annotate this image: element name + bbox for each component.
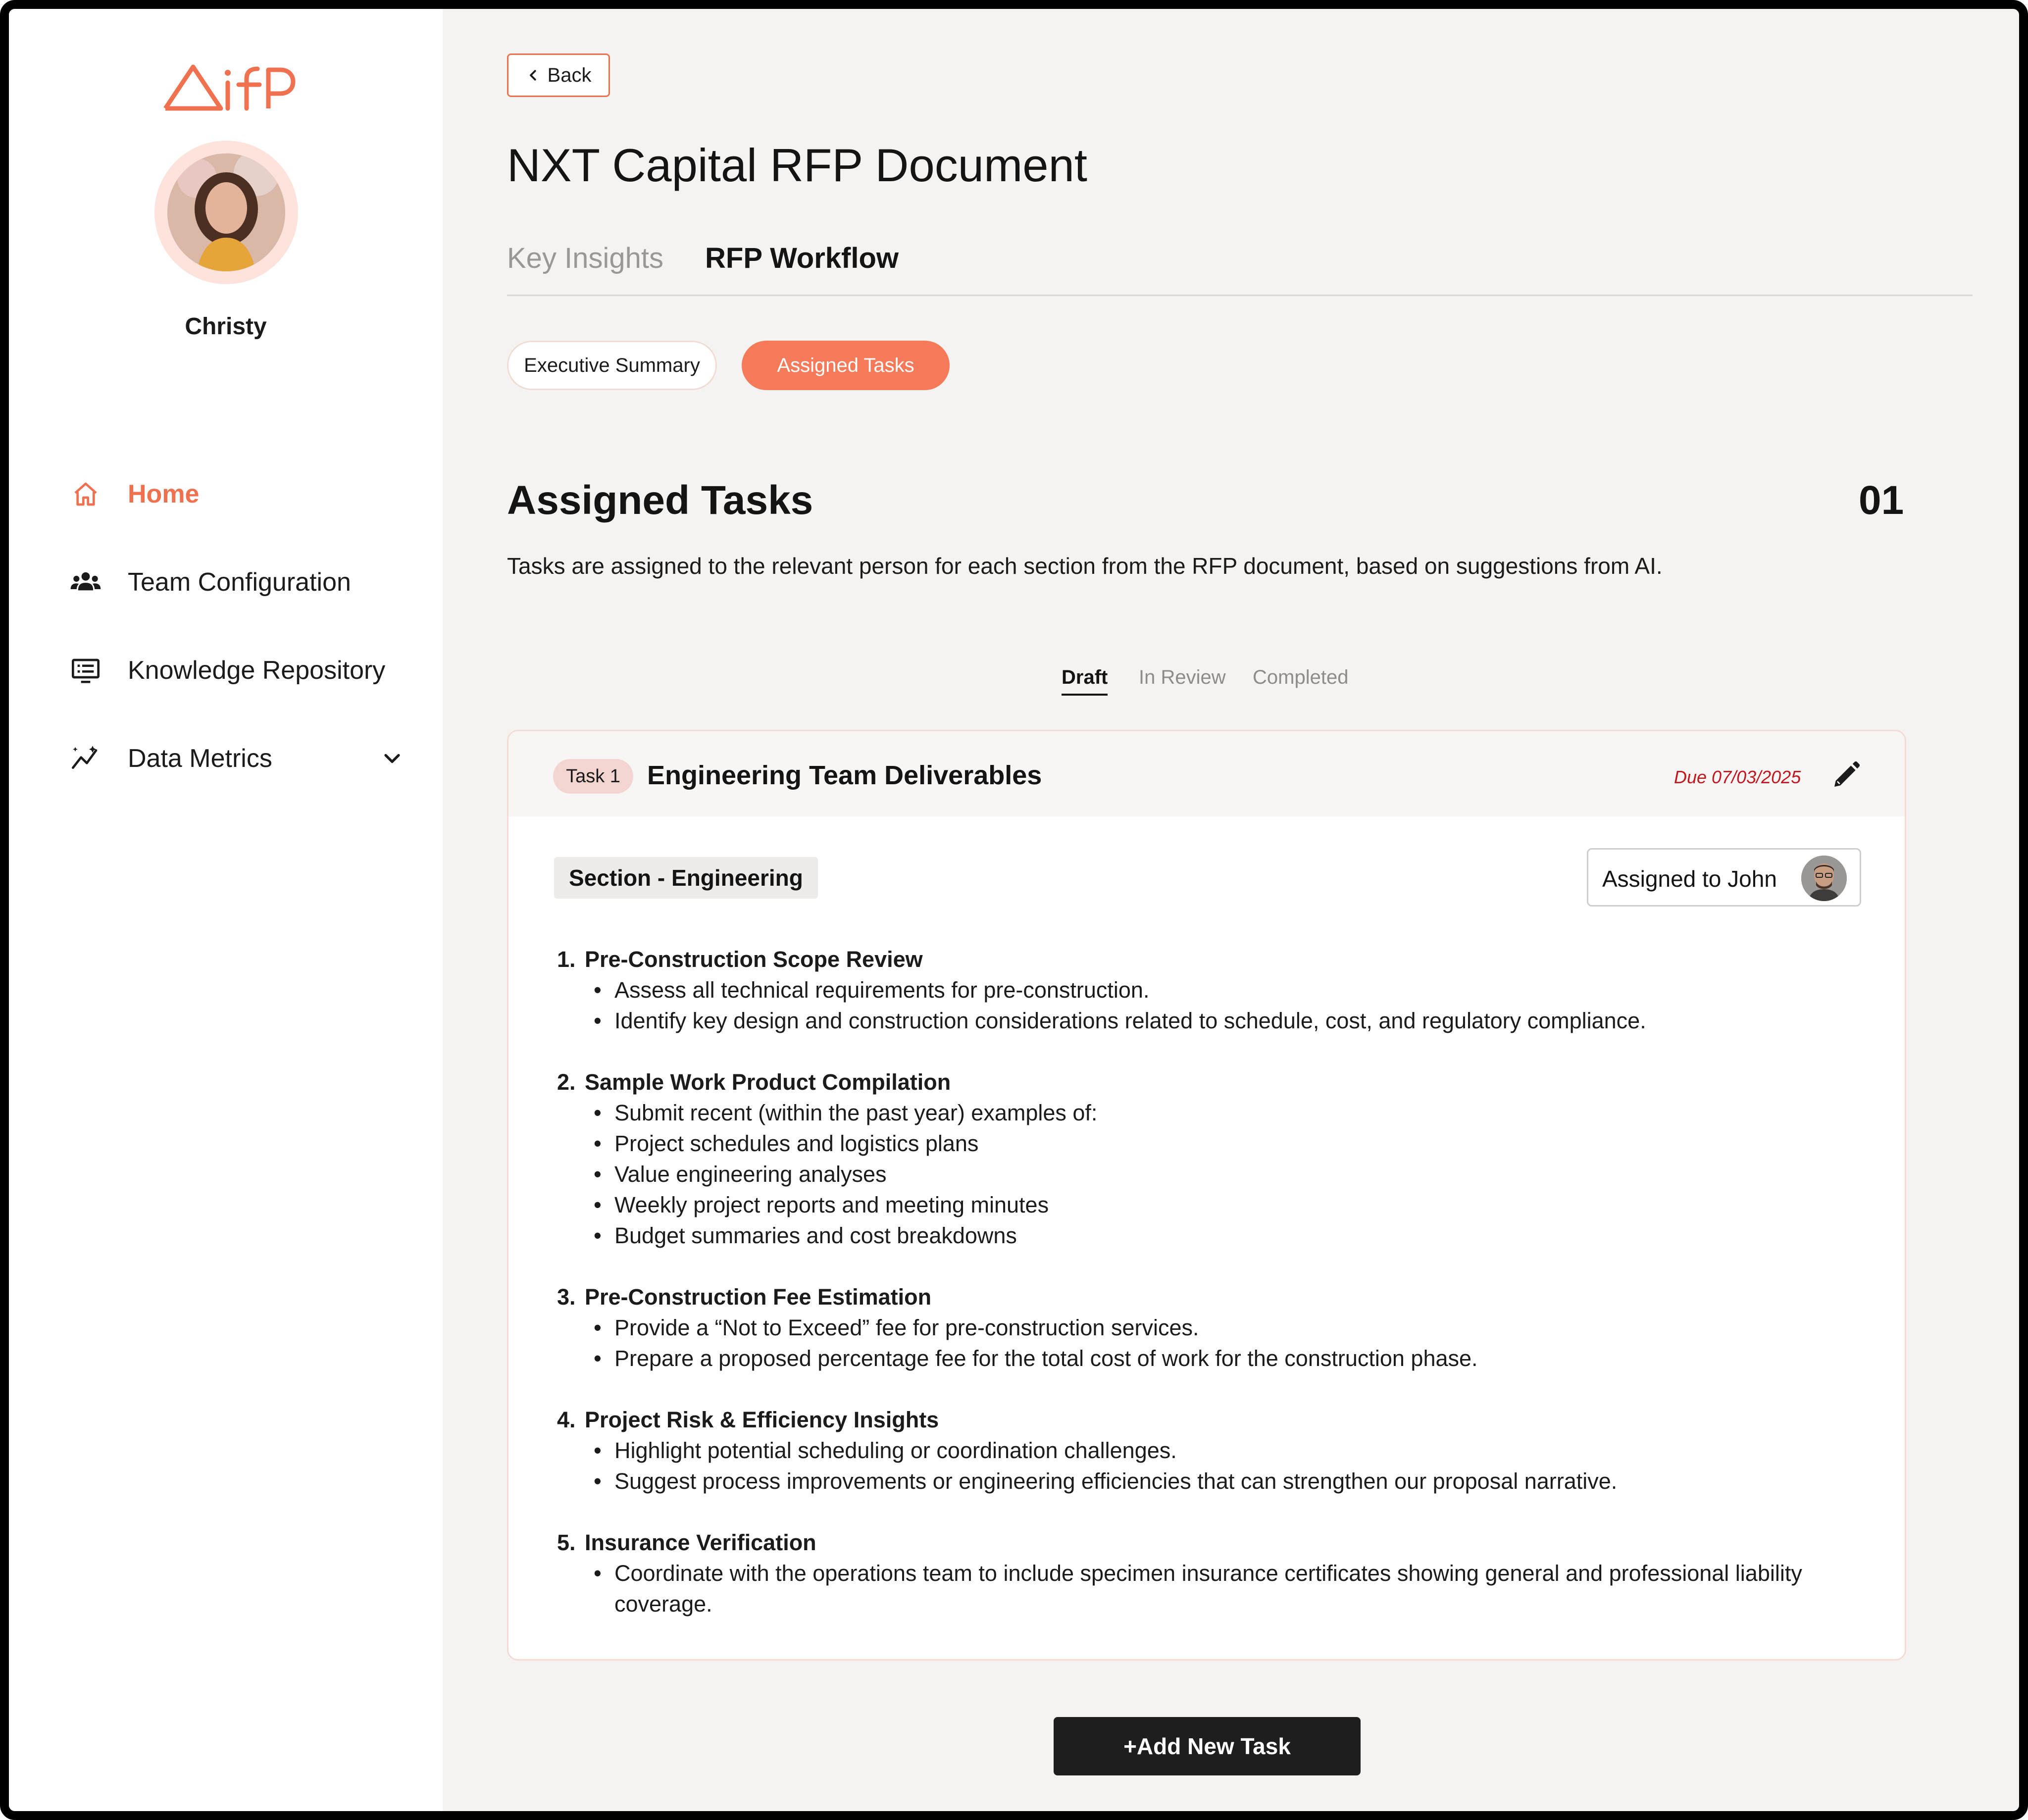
sidebar-nav: Home Team Configuration Knowledge Reposi…: [68, 474, 425, 827]
metrics-icon: [68, 741, 103, 776]
avatar-ring: [154, 141, 298, 284]
task-group-number: 5.: [557, 1530, 576, 1555]
app-window: Christy Home Team Configuration Knowledg…: [0, 0, 2028, 1820]
section-tag: Section - Engineering: [554, 857, 818, 899]
tab-key-insights[interactable]: Key Insights: [507, 242, 663, 275]
list-item: Budget summaries and cost breakdowns: [594, 1220, 1864, 1251]
page-title: NXT Capital RFP Document: [507, 139, 1087, 191]
user-name: Christy: [185, 313, 267, 340]
subtab-executive-summary[interactable]: Executive Summary: [507, 341, 717, 390]
assignee-label: Assigned to John: [1602, 866, 1777, 892]
user-avatar[interactable]: [167, 153, 285, 271]
section-title: Assigned Tasks: [507, 478, 813, 523]
main-content: Back NXT Capital RFP Document Key Insigh…: [443, 9, 2019, 1811]
task-group: 1. Pre-Construction Scope Review Assess al…: [557, 944, 1864, 1036]
team-icon: [68, 565, 103, 600]
task-group-title: 1. Pre-Construction Scope Review: [557, 944, 1864, 975]
list-item: Highlight potential scheduling or coordi…: [594, 1435, 1864, 1466]
list-item: Submit recent (within the past year) exa…: [594, 1098, 1864, 1128]
task-group: 5. Insurance Verification Coordinate with …: [557, 1527, 1864, 1619]
task-list: 1. Pre-Construction Scope Review Assess al…: [557, 944, 1864, 1650]
list-item: Value engineering analyses: [594, 1159, 1864, 1190]
repository-icon: [68, 653, 103, 688]
sidebar-item-label: Data Metrics: [128, 744, 272, 773]
tab-rfp-workflow[interactable]: RFP Workflow: [705, 242, 899, 275]
task-group-heading: Insurance Verification: [585, 1530, 816, 1555]
chevron-left-icon: [529, 70, 536, 81]
list-item: Suggest process improvements or engineer…: [594, 1466, 1864, 1497]
home-icon: [68, 477, 103, 511]
task-group-items: Assess all technical requirements for pr…: [557, 975, 1864, 1036]
tab-bar: Key Insights RFP Workflow: [507, 242, 1973, 296]
task-group: 3. Pre-Construction Fee Estimation Provide…: [557, 1282, 1864, 1374]
ifp-logo: [163, 64, 296, 111]
list-item: Weekly project reports and meeting minut…: [594, 1190, 1864, 1220]
sidebar-item-data-metrics[interactable]: Data Metrics: [68, 739, 425, 778]
task-group-heading: Sample Work Product Compilation: [585, 1069, 951, 1095]
status-tab-in-review[interactable]: In Review: [1139, 666, 1226, 689]
task-group-heading: Pre-Construction Scope Review: [585, 947, 923, 972]
section-description: Tasks are assigned to the relevant perso…: [507, 553, 1663, 579]
task-group-heading: Pre-Construction Fee Estimation: [585, 1284, 932, 1310]
chevron-down-icon[interactable]: [379, 746, 405, 771]
due-date: Due 07/03/2025: [1674, 767, 1801, 787]
task-group-title: 5. Insurance Verification: [557, 1527, 1864, 1558]
task-group-title: 4. Project Risk & Efficiency Insights: [557, 1405, 1864, 1435]
list-item: Provide a “Not to Exceed” fee for pre-co…: [594, 1313, 1864, 1343]
sidebar-item-knowledge-repository[interactable]: Knowledge Repository: [68, 651, 425, 690]
task-group: 4. Project Risk & Efficiency Insights High…: [557, 1405, 1864, 1497]
sidebar-item-home[interactable]: Home: [68, 474, 425, 514]
task-group-number: 2.: [557, 1069, 576, 1095]
list-item: Assess all technical requirements for pr…: [594, 975, 1864, 1006]
task-badge: Task 1: [553, 759, 633, 794]
sidebar-item-team-configuration[interactable]: Team Configuration: [68, 562, 425, 602]
back-button[interactable]: Back: [507, 53, 610, 97]
add-new-task-button[interactable]: +Add New Task: [1054, 1717, 1361, 1775]
task-group-title: 2. Sample Work Product Compilation: [557, 1067, 1864, 1098]
sidebar-item-label: Home: [128, 480, 200, 508]
edit-icon[interactable]: [1830, 759, 1862, 791]
task-count: 01: [1859, 478, 1904, 523]
list-item: Coordinate with the operations team to i…: [594, 1558, 1864, 1619]
task-group-items: Highlight potential scheduling or coordi…: [557, 1435, 1864, 1497]
list-item: Prepare a proposed percentage fee for th…: [594, 1343, 1864, 1374]
subtab-assigned-tasks[interactable]: Assigned Tasks: [742, 341, 950, 390]
task-group-number: 3.: [557, 1284, 576, 1310]
status-tab-completed[interactable]: Completed: [1253, 666, 1348, 689]
assignee-avatar: [1801, 856, 1847, 901]
list-item: Project schedules and logistics plans: [594, 1128, 1864, 1159]
status-tab-draft[interactable]: Draft: [1062, 666, 1108, 696]
sidebar: Christy Home Team Configuration Knowledg…: [9, 9, 443, 1811]
task-group-title: 3. Pre-Construction Fee Estimation: [557, 1282, 1864, 1313]
task-group-number: 4.: [557, 1407, 576, 1432]
list-item: Identify key design and construction con…: [594, 1006, 1864, 1036]
task-card-header: Task 1 Engineering Team Deliverables Due…: [508, 731, 1905, 816]
task-group-items: Coordinate with the operations team to i…: [557, 1558, 1864, 1619]
assignee-selector[interactable]: Assigned to John: [1587, 848, 1861, 907]
task-group: 2. Sample Work Product Compilation Submit …: [557, 1067, 1864, 1251]
task-group-items: Submit recent (within the past year) exa…: [557, 1098, 1864, 1251]
task-group-number: 1.: [557, 947, 576, 972]
task-group-heading: Project Risk & Efficiency Insights: [585, 1407, 939, 1432]
sidebar-item-label: Knowledge Repository: [128, 656, 386, 685]
sidebar-item-label: Team Configuration: [128, 568, 351, 597]
back-label: Back: [547, 64, 592, 86]
task-card: Task 1 Engineering Team Deliverables Due…: [507, 730, 1906, 1661]
task-group-items: Provide a “Not to Exceed” fee for pre-co…: [557, 1313, 1864, 1374]
task-title: Engineering Team Deliverables: [647, 760, 1042, 790]
